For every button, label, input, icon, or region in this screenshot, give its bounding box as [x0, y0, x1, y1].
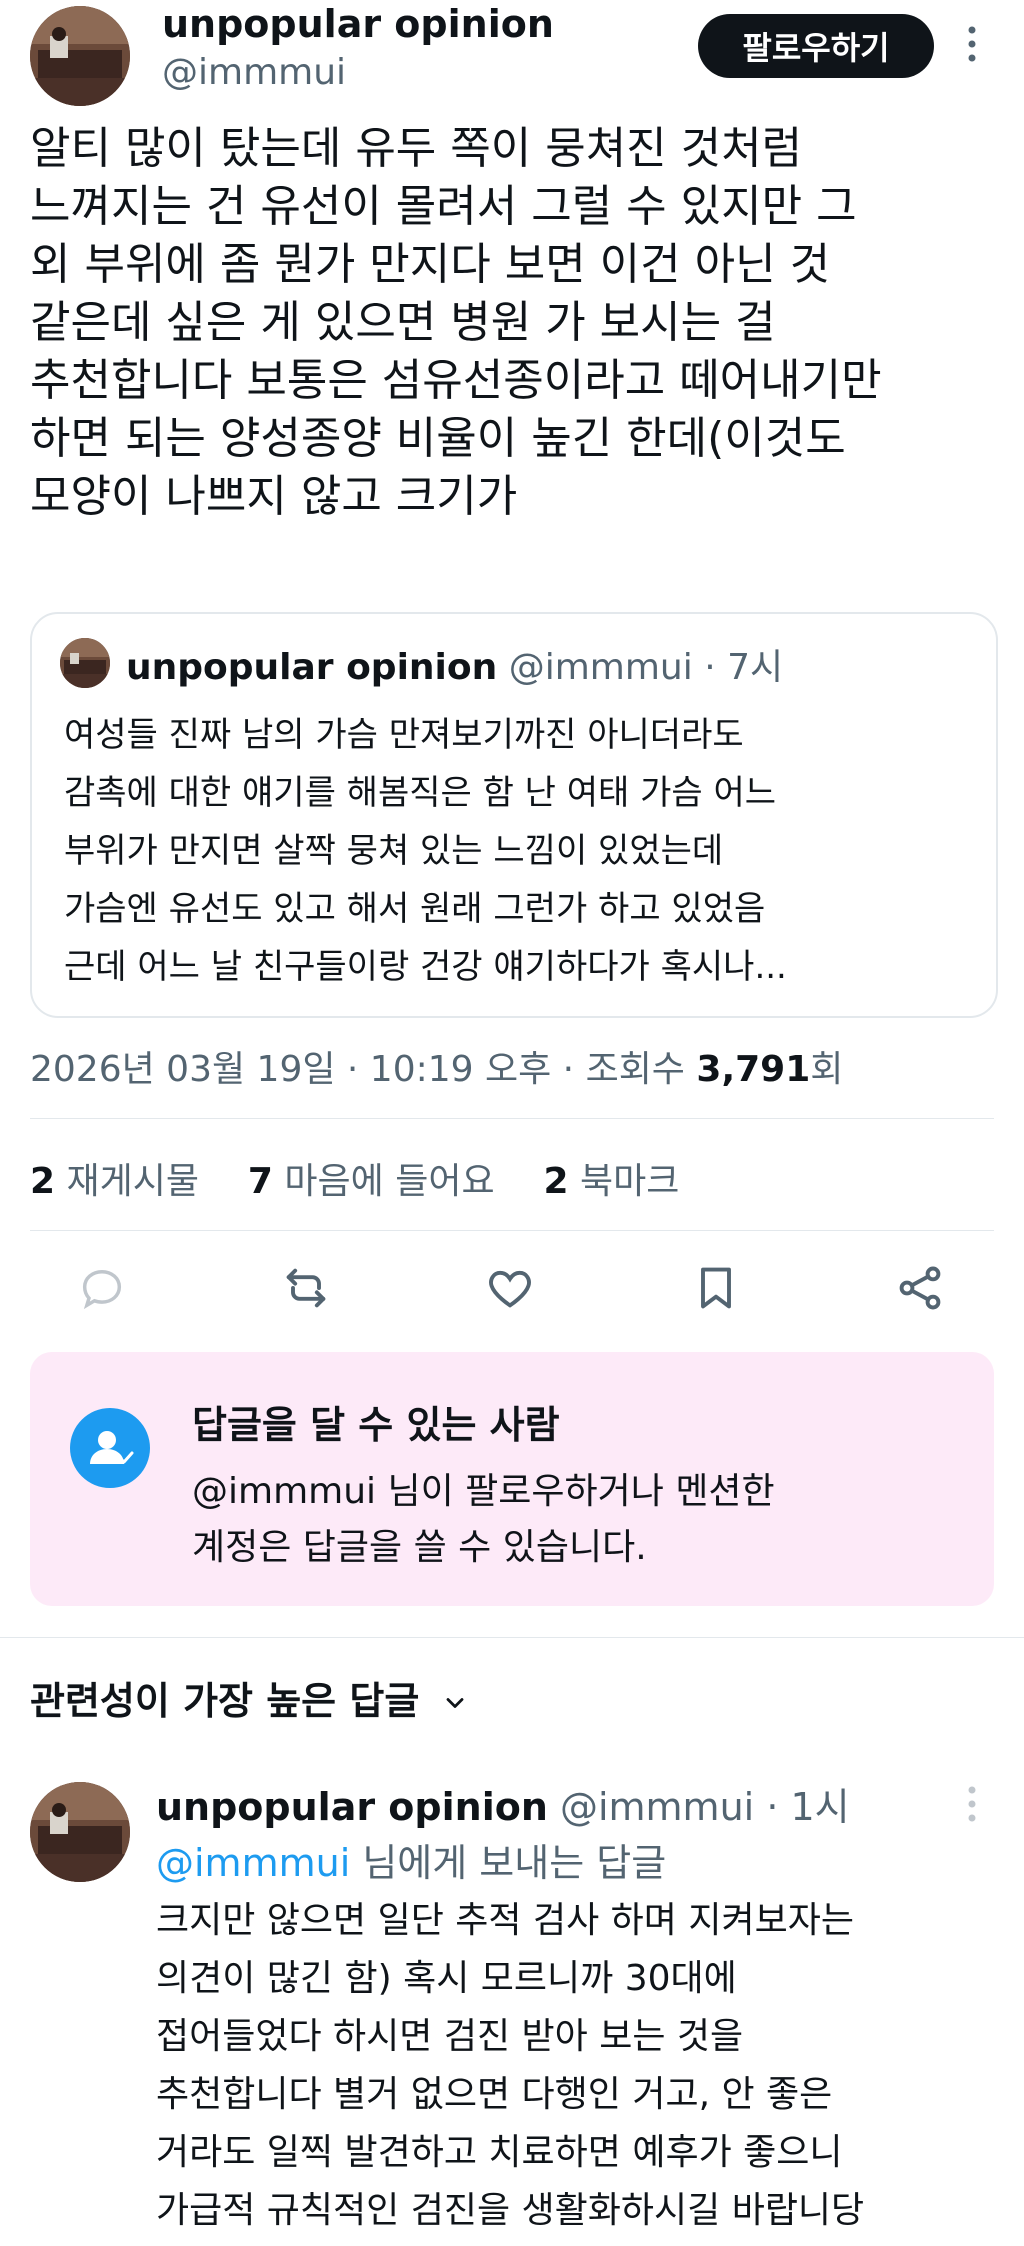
post-meta: 2026년 03월 19일 · 10:19 오후 · 조회수 3,791회 — [30, 1040, 843, 1092]
quote-text-line: 근데 어느 날 친구들이랑 건강 얘기하다가 혹시나... — [64, 947, 787, 987]
likes-stat[interactable]: 7 마음에 들어요 — [248, 1161, 495, 1202]
quoted-post[interactable]: unpopular opinion @immmui · 7시 여성들 진짜 남의… — [30, 612, 998, 1018]
quote-time: · 7시 — [704, 647, 784, 688]
quote-text: 여성들 진짜 남의 가슴 만져보기까진 아니더라도 감촉에 대한 얘기를 해봄직… — [64, 706, 984, 996]
follow-button[interactable]: 팔로우하기 — [698, 14, 934, 78]
author-avatar[interactable] — [30, 6, 130, 106]
views-count: 3,791 — [696, 1049, 811, 1090]
reply-text-line: 의견이 많긴 함) 혹시 모르니까 30대에 — [156, 1958, 737, 1999]
author-handle[interactable]: @immmui — [162, 52, 346, 93]
post-text-line: 모양이 나쁘지 않고 크기가 — [30, 471, 518, 522]
more-options-icon[interactable] — [962, 22, 982, 72]
replies-sort-dropdown[interactable]: 관련성이 가장 높은 답글 — [30, 1670, 469, 1726]
reply-author-handle[interactable]: @immmui — [560, 1785, 754, 1829]
reply-text-line: 크지만 않으면 일단 추적 검사 하며 지켜보자는 — [156, 1900, 854, 1941]
quote-author-name: unpopular opinion — [126, 647, 498, 688]
reply-text-line: 가급적 규칙적인 검진을 생활화하시길 바랍니당 — [156, 2190, 865, 2231]
quote-author-avatar — [60, 638, 110, 688]
reposts-count: 2 — [30, 1161, 56, 1202]
author-name[interactable]: unpopular opinion — [162, 2, 554, 46]
post-text-line: 알티 많이 탔는데 유두 쪽이 뭉쳐진 것처럼 — [30, 123, 803, 174]
reply-time: · 1시 — [766, 1785, 850, 1829]
replying-to-handle[interactable]: @immmui — [156, 1841, 350, 1885]
reply-restriction-line: @immmui 님이 팔로우하거나 멘션한 — [192, 1471, 775, 1512]
repost-action-icon[interactable] — [280, 1262, 332, 1318]
post-text: 알티 많이 탔는데 유두 쪽이 뭉쳐진 것처럼 느껴지는 건 유선이 몰려서 그… — [30, 120, 1000, 526]
reposts-label: 재게시물 — [66, 1161, 199, 1202]
reply-restriction-notice: 답글을 달 수 있는 사람 @immmui 님이 팔로우하거나 멘션한 계정은 … — [30, 1352, 994, 1606]
reply-text-line: 거라도 일찍 발견하고 치료하면 예후가 좋으니 — [156, 2132, 843, 2173]
reposts-stat[interactable]: 2 재게시물 — [30, 1161, 199, 1202]
bookmark-action-icon[interactable] — [690, 1262, 742, 1318]
divider — [30, 1118, 994, 1119]
user-check-icon — [70, 1408, 150, 1488]
like-action-icon[interactable] — [484, 1262, 536, 1318]
section-divider — [0, 1637, 1024, 1638]
reply-restriction-title: 답글을 달 수 있는 사람 — [192, 1403, 560, 1447]
post-text-line: 느껴지는 건 유선이 몰려서 그럴 수 있지만 그 — [30, 181, 857, 232]
bookmarks-label: 북마크 — [580, 1161, 680, 1202]
quote-text-line: 부위가 만지면 살짝 뭉쳐 있는 느낌이 있었는데 — [64, 831, 724, 871]
quote-text-line: 가슴엔 유선도 있고 해서 원래 그런가 하고 있었음 — [64, 889, 766, 929]
views-suffix: 회 — [810, 1049, 844, 1090]
likes-label: 마음에 들어요 — [284, 1161, 495, 1202]
reply-text: 크지만 않으면 일단 추적 검사 하며 지켜보자는 의견이 많긴 함) 혹시 모… — [156, 1892, 996, 2240]
post-text-line: 외 부위에 좀 뭔가 만지다 보면 이건 아닌 것 — [30, 239, 831, 290]
reply-author-avatar[interactable] — [30, 1782, 130, 1882]
reply-text-line: 추천합니다 별거 없으면 다행인 거고, 안 좋은 — [156, 2074, 833, 2115]
chevron-down-icon — [441, 1682, 469, 1726]
reply-action-icon[interactable] — [76, 1262, 128, 1318]
quote-text-line: 여성들 진짜 남의 가슴 만져보기까진 아니더라도 — [64, 715, 744, 755]
reply-author-name[interactable]: unpopular opinion — [156, 1785, 548, 1829]
quote-author-handle: @immmui — [508, 647, 693, 688]
divider — [30, 1230, 994, 1231]
likes-count: 7 — [247, 1161, 273, 1202]
quote-text-line: 감촉에 대한 얘기를 해봄직은 함 난 여태 가슴 어느 — [64, 773, 777, 813]
post-text-line: 추천합니다 보통은 섬유선종이라고 떼어내기만 — [30, 355, 882, 406]
post-timestamp[interactable]: 2026년 03월 19일 · 10:19 오후 · 조회수 — [30, 1049, 685, 1090]
bookmarks-count: 2 — [543, 1161, 569, 1202]
post-text-line: 하면 되는 양성종양 비율이 높긴 한데(이것도 — [30, 413, 846, 464]
reply-restriction-line: 계정은 답글을 쓸 수 있습니다. — [192, 1527, 647, 1568]
replies-sort-label: 관련성이 가장 높은 답글 — [30, 1679, 420, 1723]
reply-text-line: 접어들었다 하시면 검진 받아 보는 것을 — [156, 2016, 744, 2057]
bookmarks-stat[interactable]: 2 북마크 — [544, 1161, 680, 1202]
reply-more-options-icon[interactable] — [962, 1782, 982, 1832]
post-text-line: 같은데 싶은 게 있으면 병원 가 보시는 걸 — [30, 297, 776, 348]
replying-to-label: 님에게 보내는 답글 — [362, 1841, 667, 1885]
share-action-icon[interactable] — [894, 1262, 946, 1318]
post-stats: 2 재게시물 7 마음에 들어요 2 북마크 — [30, 1152, 679, 1204]
